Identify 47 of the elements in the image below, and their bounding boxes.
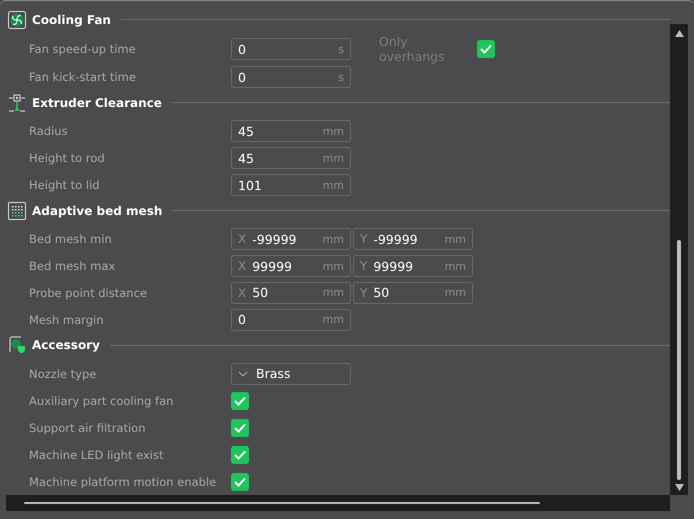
field-label: Bed mesh min [28,232,113,246]
field-label: Height to rod [28,151,106,166]
field-label: Nozzle type [28,366,98,381]
checkbox[interactable] [231,418,249,437]
accessory-icon [8,336,26,354]
number-field[interactable]: 45 mm [231,120,351,142]
horizontal-scrollbar[interactable] [6,495,670,511]
y-field[interactable]: Y -99999 mm [353,228,473,250]
number-field[interactable]: 0 s [231,38,351,60]
section-title: Cooling Fan [32,12,111,27]
checkbox[interactable] [477,40,495,58]
field-label: Radius [28,124,69,138]
field-label: Machine LED light exist [28,448,164,462]
field-label: Height to lid [28,178,101,192]
field-label: Auxiliary part cooling fan [28,394,174,408]
scroll-up-icon[interactable] [674,30,684,37]
field-label: Fan speed-up time [28,42,137,56]
scroll-thumb[interactable] [24,502,540,504]
section-title: Extruder Clearance [32,96,162,110]
y-field[interactable]: Y 99999 mm [353,255,473,278]
fan-icon [8,10,26,29]
grid-icon [8,202,26,220]
scroll-down-icon[interactable] [674,484,684,491]
number-field[interactable]: 0 s [231,66,351,88]
checkbox[interactable] [231,472,249,491]
nozzle-dropdown[interactable]: Brass [231,362,351,385]
x-field[interactable]: X -99999 mm [231,228,351,250]
y-field[interactable]: Y 50 mm [353,282,473,304]
section-title: Accessory [32,338,100,352]
scroll-thumb[interactable] [677,240,681,480]
field-label: Machine platform motion enable [28,474,218,489]
number-field[interactable]: 101 mm [231,174,351,196]
field-label: Bed mesh max [28,259,116,274]
extruder-icon [8,94,26,112]
checkbox[interactable] [231,392,249,410]
number-field[interactable]: 45 mm [231,147,351,170]
field-label: Support air filtration [28,420,146,435]
field-label: Probe point distance [28,286,148,300]
checkbox[interactable] [231,446,249,464]
field-label: Mesh margin [28,312,104,327]
field-label: Fan kick-start time [28,70,137,84]
chevron-down-icon [238,370,248,377]
section-title: Adaptive bed mesh [32,204,162,218]
x-field[interactable]: X 99999 mm [231,255,351,278]
number-field[interactable]: 0 mm [231,308,351,331]
x-field[interactable]: X 50 mm [231,282,351,304]
scrollbar[interactable] [670,24,688,495]
